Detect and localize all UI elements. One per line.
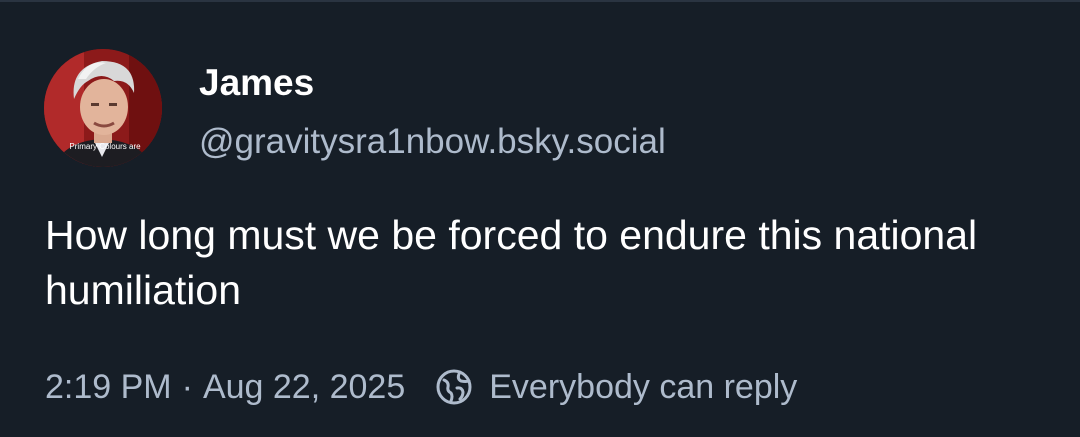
reply-setting: Everybody can reply <box>489 367 798 406</box>
post-text: How long must we be forced to endure thi… <box>45 212 978 313</box>
meta-separator: · <box>181 367 193 406</box>
avatar[interactable]: Primary Colours are <box>44 49 162 167</box>
author-display-name[interactable]: James <box>199 58 314 108</box>
post-time[interactable]: 2:19 PM <box>45 368 172 407</box>
post-meta: 2:19 PM · Aug 22, 2025 Everybody can rep… <box>45 362 797 412</box>
author-handle[interactable]: @gravitysra1nbow.bsky.social <box>199 118 666 166</box>
top-divider <box>0 0 1080 2</box>
avatar-caption: Primary Colours are <box>69 142 141 151</box>
post-date[interactable]: Aug 22, 2025 <box>203 368 405 407</box>
globe-icon <box>435 368 473 406</box>
